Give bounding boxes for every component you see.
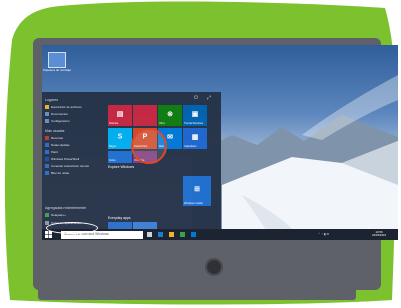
start-item-settings[interactable]: Configuración bbox=[45, 118, 70, 124]
paint-icon bbox=[45, 150, 49, 154]
section-heading-places: Lugares bbox=[45, 98, 58, 102]
start-item-file-explorer[interactable]: Explorador de archivos bbox=[45, 104, 82, 110]
tile-label: Xbox bbox=[159, 122, 165, 125]
documents-icon bbox=[45, 112, 49, 116]
tile-label: Skype bbox=[109, 145, 117, 148]
gear-icon bbox=[45, 119, 49, 123]
desktop-icon-label: Papelera de reciclaje bbox=[42, 68, 72, 72]
taskbar: Search the web and Windows ⌃ ◔ ▮ ✉ 10:56… bbox=[42, 229, 398, 240]
tile-label: Tienda Windows bbox=[184, 122, 204, 125]
taskbar-clock[interactable]: 10:56 24/03/2016 bbox=[372, 230, 386, 238]
file-explorer-icon[interactable] bbox=[169, 232, 174, 237]
start-item-notepad[interactable]: Bloc de notas bbox=[45, 170, 69, 176]
tile-label: Windows Insider bbox=[184, 202, 204, 205]
start-item-label: Notas rápidas bbox=[51, 143, 70, 147]
sticky-notes-icon bbox=[45, 143, 49, 147]
section-heading-most-used: Más usadas bbox=[45, 129, 65, 133]
start-item-label: Recortes bbox=[51, 136, 64, 140]
windows-insider-icon: ⊞ bbox=[194, 186, 200, 194]
mail-icon: ✉ bbox=[167, 134, 173, 142]
start-item-label: Configuración bbox=[51, 119, 70, 123]
skype-icon: S bbox=[117, 133, 123, 141]
screen: Papelera de reciclaje Lugares Explorador… bbox=[42, 45, 398, 240]
start-item-label: Paint bbox=[51, 150, 58, 154]
powershell-icon bbox=[45, 157, 49, 161]
tile-xbox[interactable]: ⊗ Xbox bbox=[158, 105, 182, 126]
notepad-icon bbox=[45, 171, 49, 175]
xbox-icon: ⊗ bbox=[167, 111, 173, 119]
start-item-label: Explorador de archivos bbox=[51, 105, 82, 109]
news-icon: ▤ bbox=[116, 111, 124, 119]
tile-photos[interactable]: Fotos bbox=[108, 151, 132, 163]
start-item-sticky-notes[interactable]: Notas rápidas bbox=[45, 142, 70, 148]
start-menu: Lugares Explorador de archivos Documento… bbox=[42, 92, 221, 229]
power-icon[interactable]: ⏻ bbox=[194, 95, 198, 101]
monitor-stand bbox=[38, 286, 356, 300]
folder-icon bbox=[45, 105, 49, 109]
tile-news[interactable]: ▤ Noticias bbox=[108, 105, 132, 126]
task-view-icon[interactable] bbox=[147, 232, 152, 237]
start-item-label: Windows PowerShell bbox=[51, 157, 80, 161]
all-apps-highlight-oval bbox=[46, 222, 98, 234]
tile-store[interactable]: ▣ Tienda Windows bbox=[183, 105, 207, 126]
explore-windows-heading: Explore Windows bbox=[108, 165, 135, 169]
store-icon[interactable] bbox=[180, 232, 185, 237]
notepad-plus-icon bbox=[45, 213, 49, 217]
tile-calendar[interactable]: ▦ Calendario bbox=[183, 128, 207, 149]
remote-desktop-icon bbox=[45, 164, 49, 168]
start-item-notepad-plus[interactable]: Notepad++ bbox=[45, 212, 66, 218]
start-item-paint[interactable]: Paint bbox=[45, 149, 58, 155]
everyday-apps-heading: Everyday apps bbox=[108, 216, 131, 220]
edge-icon[interactable] bbox=[158, 232, 163, 237]
start-item-label: Bloc de notas bbox=[51, 171, 70, 175]
power-button[interactable] bbox=[205, 258, 223, 276]
tile-label: Noticias bbox=[109, 122, 119, 125]
start-item-powershell[interactable]: Windows PowerShell bbox=[45, 156, 79, 162]
start-menu-left-pane: Lugares Explorador de archivos Documento… bbox=[42, 92, 105, 229]
scissors-icon bbox=[45, 136, 49, 140]
tile-everyday-1[interactable] bbox=[108, 222, 132, 229]
tile-windows-insider[interactable]: ⊞ Windows Insider bbox=[183, 176, 211, 206]
start-item-label: Notepad++ bbox=[51, 213, 66, 217]
clock-date: 24/03/2016 bbox=[372, 232, 386, 237]
start-item-label: Conectar a Escritorio remoto bbox=[51, 164, 90, 168]
mail-icon[interactable] bbox=[191, 232, 196, 237]
tile-label: Fotos bbox=[109, 159, 116, 162]
tile-everyday-2[interactable] bbox=[133, 222, 157, 229]
windows-start-icon[interactable] bbox=[45, 231, 52, 238]
tile-label: Calendario bbox=[184, 145, 197, 148]
store-icon: ▣ bbox=[191, 111, 199, 119]
tile-news-wide[interactable] bbox=[133, 105, 157, 126]
start-item-snipping[interactable]: Recortes bbox=[45, 135, 63, 141]
recycle-bin-icon[interactable] bbox=[48, 52, 66, 68]
start-item-remote-desktop[interactable]: Conectar a Escritorio remoto bbox=[45, 163, 89, 169]
system-tray[interactable]: ⌃ ◔ ▮ ✉ bbox=[318, 232, 329, 236]
start-item-documents[interactable]: Documentos bbox=[45, 111, 68, 117]
calendar-icon: ▦ bbox=[191, 134, 199, 142]
tile-skype[interactable]: S Skype bbox=[108, 128, 132, 149]
section-heading-recently-added: Agregadas recientemente bbox=[45, 206, 87, 210]
expand-icon[interactable]: ⤢ bbox=[207, 95, 211, 101]
highlight-ring bbox=[131, 128, 167, 164]
start-item-label: Documentos bbox=[51, 112, 68, 116]
